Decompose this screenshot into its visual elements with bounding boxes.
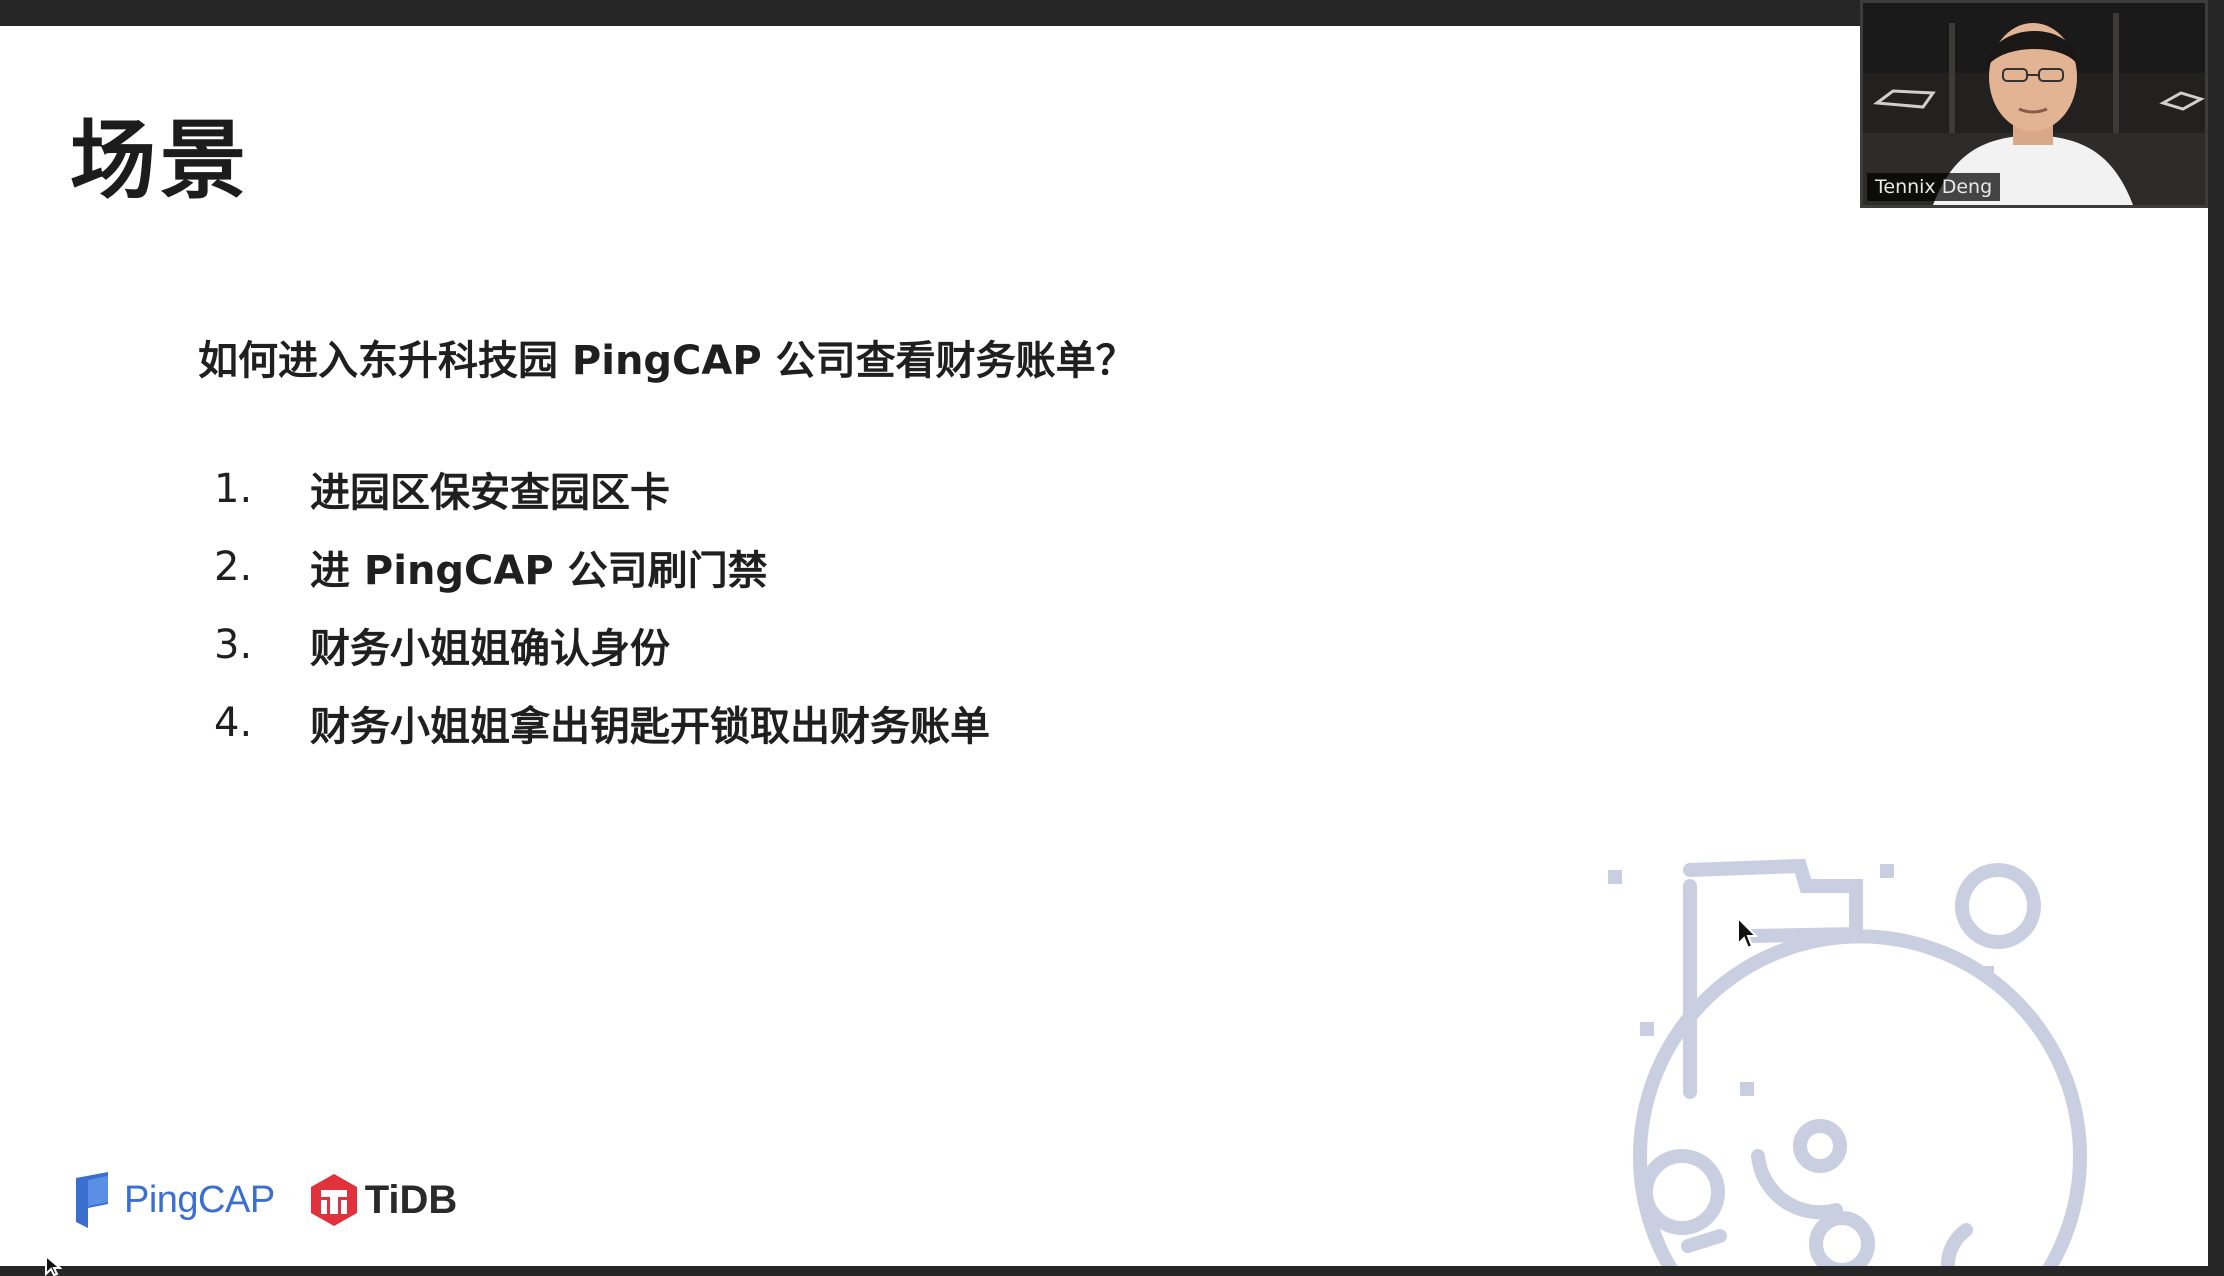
tidb-logo-text: TiDB [364, 1177, 458, 1222]
slide-question: 如何进入东升科技园 PingCAP 公司查看财务账单？ [198, 338, 1136, 384]
moon-flag-illustration [1608, 858, 2087, 1266]
pingcap-logo-text: PingCAP [124, 1178, 275, 1221]
right-bar [2208, 0, 2224, 1276]
tidb-logo: TiDB [309, 1172, 458, 1228]
step-text: 进 PingCAP 公司刷门禁 [310, 548, 768, 594]
mouse-cursor-icon [1737, 916, 1758, 950]
participant-name-label: Tennix Deng [1867, 173, 2001, 201]
step-text: 财务小姐姐确认身份 [310, 626, 670, 672]
bottom-bar [0, 1266, 2224, 1276]
tidb-logo-icon [310, 1174, 357, 1226]
list-item: 3. 财务小姐姐确认身份 [214, 606, 990, 684]
step-number: 2. [214, 544, 253, 590]
steps-list: 1. 进园区保安查园区卡 2. 进 PingCAP 公司刷门禁 3. 财务小姐姐… [214, 450, 990, 762]
slide-title: 场景 [70, 111, 250, 211]
pingcap-logo: PingCAP [72, 1172, 275, 1228]
step-number: 4. [214, 700, 253, 746]
list-item: 1. 进园区保安查园区卡 [214, 450, 990, 528]
step-number: 1. [214, 466, 253, 512]
step-text: 财务小姐姐拿出钥匙开锁取出财务账单 [310, 704, 990, 750]
step-number: 3. [214, 622, 253, 668]
footer-logos: PingCAP TiDB [72, 1172, 457, 1228]
list-item: 4. 财务小姐姐拿出钥匙开锁取出财务账单 [214, 684, 990, 762]
pingcap-logo-icon [76, 1172, 108, 1228]
presentation-slide: 场景 如何进入东升科技园 PingCAP 公司查看财务账单？ 1. 进园区保安查… [0, 26, 2208, 1266]
list-item: 2. 进 PingCAP 公司刷门禁 [214, 528, 990, 606]
mouse-cursor-icon [45, 1254, 62, 1276]
participant-video-tile[interactable]: Tennix Deng [1860, 0, 2208, 208]
step-text: 进园区保安查园区卡 [310, 470, 670, 516]
